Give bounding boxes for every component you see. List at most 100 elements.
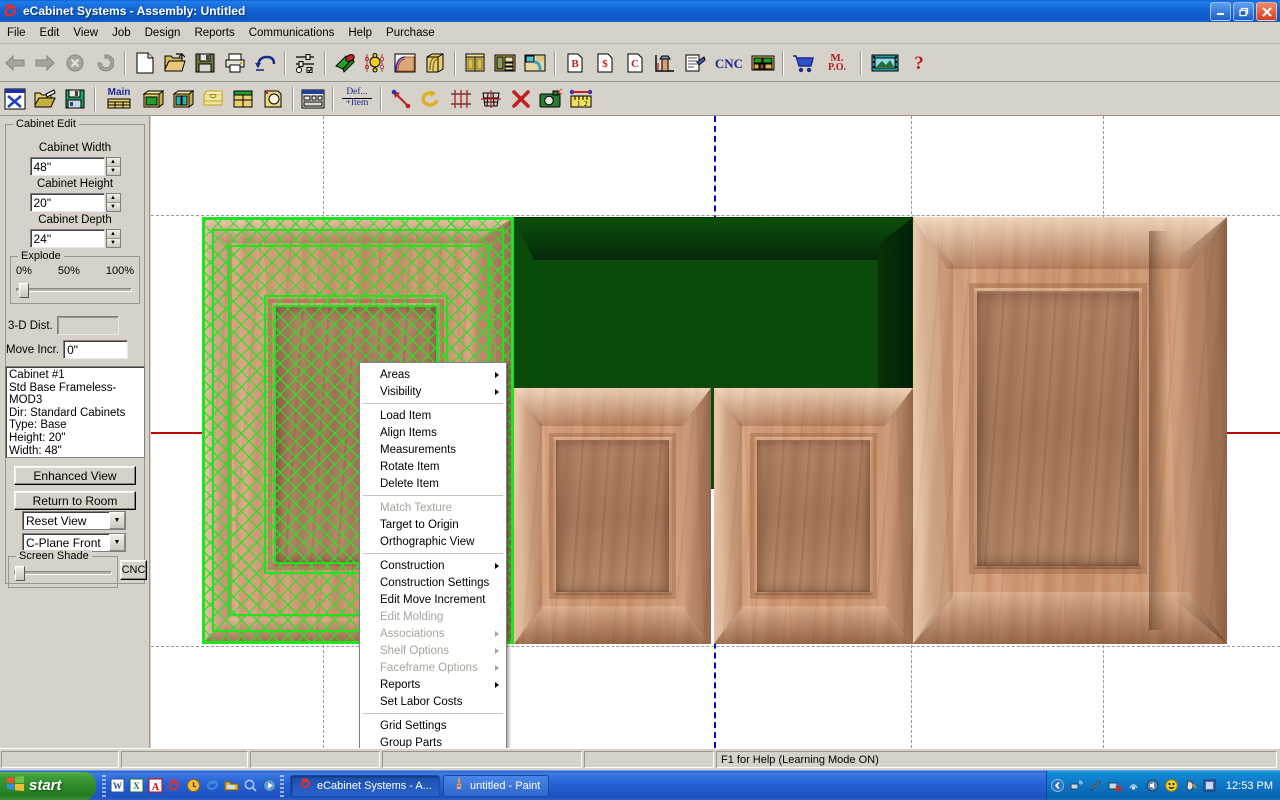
menu-design[interactable]: Design xyxy=(138,25,188,41)
measure-icon[interactable]: 1 2 xyxy=(567,85,595,113)
nesting-icon[interactable] xyxy=(749,49,777,77)
profile-editor-icon[interactable] xyxy=(391,49,419,77)
context-menu-item-reports[interactable]: Reports xyxy=(360,676,506,693)
drawer-icon[interactable] xyxy=(199,85,227,113)
new-document-icon[interactable] xyxy=(131,49,159,77)
menu-reports[interactable]: Reports xyxy=(187,25,241,41)
cnc-icon[interactable]: CNC xyxy=(711,49,747,77)
cabinet-library-icon[interactable] xyxy=(461,49,489,77)
word-icon[interactable]: W xyxy=(109,778,125,794)
save-assembly-icon[interactable] xyxy=(61,85,89,113)
context-menu-item-visibility[interactable]: Visibility xyxy=(360,383,506,400)
open-folder-icon[interactable] xyxy=(161,49,189,77)
quicklaunch-grip[interactable] xyxy=(102,774,106,797)
menu-purchase[interactable]: Purchase xyxy=(379,25,442,41)
delete-item-icon[interactable] xyxy=(507,85,535,113)
explode-slider[interactable] xyxy=(16,283,132,298)
screen-shade-slider[interactable] xyxy=(14,566,112,581)
render-image-icon[interactable] xyxy=(867,49,903,77)
cabinet-door-center-right[interactable] xyxy=(714,388,913,644)
network-error-icon[interactable] xyxy=(1108,779,1122,793)
cabinet-width-stepper[interactable]: ▲ ▼ xyxy=(105,157,121,176)
reset-view-combo[interactable]: Reset View ▼ xyxy=(22,511,126,530)
menu-communications[interactable]: Communications xyxy=(242,25,342,41)
taskband-grip[interactable] xyxy=(280,774,284,797)
context-menu-item-edit-move-increment[interactable]: Edit Move Increment xyxy=(360,591,506,608)
enhanced-view-button[interactable]: Enhanced View xyxy=(14,466,136,485)
start-button[interactable]: start xyxy=(0,771,96,800)
menu-job[interactable]: Job xyxy=(105,25,138,41)
shopping-cart-icon[interactable] xyxy=(789,49,817,77)
define-item-icon[interactable]: Def... +Item xyxy=(339,85,375,113)
taskbar-clock[interactable]: 12:53 PM xyxy=(1226,780,1273,792)
ecabinet-icon[interactable] xyxy=(166,778,182,794)
move-item-icon[interactable] xyxy=(387,85,415,113)
context-menu-item-group-parts[interactable]: Group Parts xyxy=(360,734,506,749)
explode-slider-thumb[interactable] xyxy=(19,283,29,298)
pen-input-icon[interactable] xyxy=(1089,779,1103,793)
stepper-up-icon[interactable]: ▲ xyxy=(106,158,120,167)
camera-icon[interactable] xyxy=(537,85,565,113)
appliance-icon[interactable] xyxy=(299,85,327,113)
settings-options-icon[interactable] xyxy=(291,49,319,77)
media-player-icon[interactable] xyxy=(261,778,277,794)
context-menu-item-align-items[interactable]: Align Items xyxy=(360,424,506,441)
cabinet-door-right[interactable] xyxy=(913,217,1227,644)
molding-icon[interactable] xyxy=(421,49,449,77)
stepper-down-icon[interactable]: ▼ xyxy=(106,167,120,175)
save-disk-icon[interactable] xyxy=(191,49,219,77)
context-menu-item-measurements[interactable]: Measurements xyxy=(360,441,506,458)
main-view-icon[interactable]: Main xyxy=(101,85,137,113)
menu-view[interactable]: View xyxy=(66,25,105,41)
door-style-icon[interactable] xyxy=(259,85,287,113)
base-cabinet-icon[interactable] xyxy=(139,85,167,113)
cabinet-door-center-left[interactable] xyxy=(514,388,711,644)
stepper-down-icon[interactable]: ▼ xyxy=(106,239,120,247)
contract-report-icon[interactable]: C xyxy=(621,49,649,77)
taskbar-button-ecabinet[interactable]: eCabinet Systems - A... xyxy=(290,774,440,797)
notes-icon[interactable] xyxy=(681,49,709,77)
internet-explorer-icon[interactable] xyxy=(204,778,220,794)
minimize-button[interactable] xyxy=(1210,2,1231,21)
align-items-icon[interactable] xyxy=(447,85,475,113)
cabinet-height-stepper[interactable]: ▲ ▼ xyxy=(105,193,121,212)
network-icon[interactable] xyxy=(1070,779,1084,793)
wireless-icon[interactable] xyxy=(1127,779,1141,793)
refresh-icon[interactable] xyxy=(91,49,119,77)
context-menu-item-set-labor-costs[interactable]: Set Labor Costs xyxy=(360,693,506,710)
purchase-order-icon[interactable]: M. P.O. xyxy=(819,49,855,77)
bid-report-icon[interactable]: B xyxy=(561,49,589,77)
security-icon[interactable] xyxy=(1203,779,1217,793)
stepper-up-icon[interactable]: ▲ xyxy=(106,194,120,203)
open-assembly-icon[interactable] xyxy=(31,85,59,113)
back-arrow-icon[interactable] xyxy=(1,49,29,77)
cabinet-width-input[interactable]: 48" xyxy=(29,157,105,176)
countertop-icon[interactable] xyxy=(521,49,549,77)
context-menu-item-rotate-item[interactable]: Rotate Item xyxy=(360,458,506,475)
menu-file[interactable]: File xyxy=(0,25,33,41)
print-icon[interactable] xyxy=(221,49,249,77)
cabinet-assembly-icon[interactable] xyxy=(491,49,519,77)
help-icon[interactable]: ? xyxy=(905,49,933,77)
stepper-up-icon[interactable]: ▲ xyxy=(106,230,120,239)
context-menu-item-orthographic-view[interactable]: Orthographic View xyxy=(360,533,506,550)
acrobat-icon[interactable]: A xyxy=(147,778,163,794)
tall-cabinet-icon[interactable] xyxy=(229,85,257,113)
forward-arrow-icon[interactable] xyxy=(31,49,59,77)
context-menu-item-construction-settings[interactable]: Construction Settings xyxy=(360,574,506,591)
close-button[interactable] xyxy=(1256,2,1277,21)
materials-icon[interactable] xyxy=(331,49,359,77)
undo-icon[interactable] xyxy=(251,49,279,77)
new-assembly-icon[interactable] xyxy=(1,85,29,113)
move-increment-input[interactable]: 0" xyxy=(63,340,129,359)
elevation-icon[interactable] xyxy=(651,49,679,77)
rotate-item-icon[interactable] xyxy=(417,85,445,113)
menu-help[interactable]: Help xyxy=(341,25,379,41)
clock-icon[interactable] xyxy=(185,778,201,794)
search-icon[interactable] xyxy=(242,778,258,794)
taskbar-button-paint[interactable]: untitled - Paint xyxy=(443,774,550,797)
sound-icon[interactable] xyxy=(1146,779,1160,793)
context-menu-item-target-to-origin[interactable]: Target to Origin xyxy=(360,516,506,533)
context-menu-item-grid-settings[interactable]: Grid Settings xyxy=(360,717,506,734)
excel-icon[interactable]: X xyxy=(128,778,144,794)
